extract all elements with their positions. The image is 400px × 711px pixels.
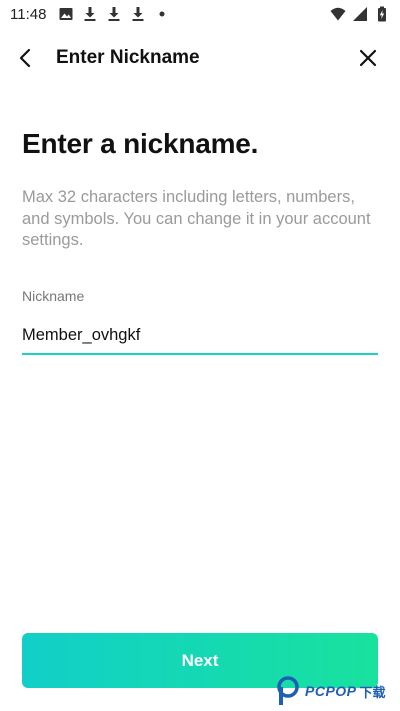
download-icon [132, 7, 144, 21]
heading: Enter a nickname. [22, 128, 259, 159]
status-icons-left [58, 6, 170, 22]
watermark: PCPOP 下载 [276, 676, 386, 706]
watermark-text-cn: 下载 [359, 684, 386, 700]
description: Max 32 characters including letters, num… [22, 188, 371, 249]
watermark-text: PCPOP [305, 683, 357, 699]
page-title: Enter Nickname [56, 47, 200, 68]
pcpop-logo-icon [277, 676, 299, 705]
nickname-input[interactable] [22, 316, 378, 354]
chevron-left-icon[interactable] [14, 46, 38, 70]
nickname-label: Nickname [22, 288, 85, 304]
signal-icon [353, 7, 367, 21]
battery-icon [378, 6, 386, 22]
dot-icon [159, 11, 165, 17]
status-bar: 11:48 [0, 0, 400, 28]
close-icon[interactable] [356, 46, 380, 70]
app-bar: Enter Nickname [0, 36, 400, 80]
nickname-underline [22, 353, 378, 355]
image-icon [59, 8, 73, 20]
download-icon [108, 7, 120, 21]
status-icons-right [330, 6, 390, 22]
status-time: 11:48 [10, 5, 47, 23]
download-icon [84, 7, 96, 21]
wifi-icon [330, 7, 346, 21]
